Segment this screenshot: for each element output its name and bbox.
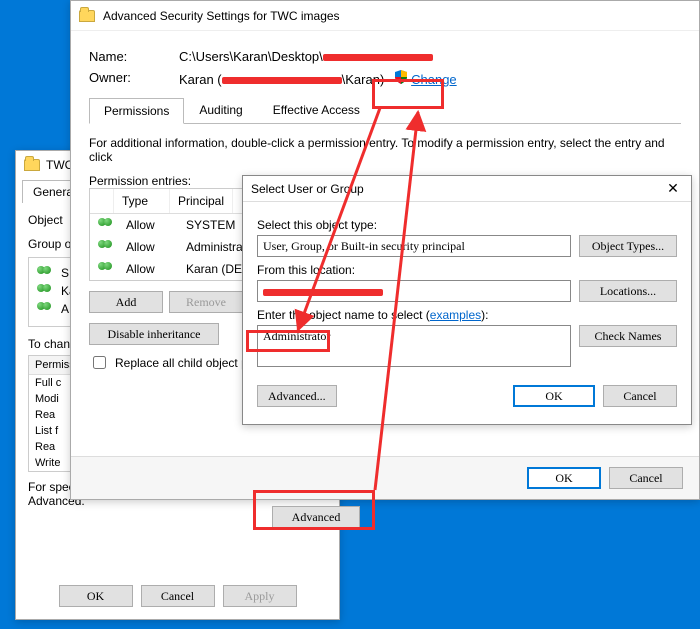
examples-link[interactable]: examples — [430, 308, 481, 322]
advanced-button[interactable]: Advanced — [272, 506, 360, 528]
adv-cancel-button[interactable]: Cancel — [609, 467, 683, 489]
add-button[interactable]: Add — [89, 291, 163, 313]
select-user-dialog: Select User or Group ✕ Select this objec… — [242, 175, 692, 425]
adv-title: Advanced Security Settings for TWC image… — [103, 9, 340, 23]
locations-button[interactable]: Locations... — [579, 280, 677, 302]
users-icon — [98, 218, 116, 232]
object-type-field — [257, 235, 571, 257]
object-type-label: Select this object type: — [257, 218, 677, 232]
apply-button: Apply — [223, 585, 297, 607]
object-name-input[interactable]: Administrator — [257, 325, 571, 367]
users-icon — [37, 284, 55, 298]
adv-ok-button[interactable]: OK — [527, 467, 601, 489]
name-label: Name: — [89, 49, 179, 64]
disable-inheritance-button[interactable]: Disable inheritance — [89, 323, 219, 345]
sel-title: Select User or Group — [251, 182, 364, 196]
object-types-button[interactable]: Object Types... — [579, 235, 677, 257]
sel-cancel-button[interactable]: Cancel — [603, 385, 677, 407]
location-label: From this location: — [257, 263, 677, 277]
check-names-button[interactable]: Check Names — [579, 325, 677, 347]
ok-button[interactable]: OK — [59, 585, 133, 607]
users-icon — [37, 302, 55, 316]
name-value: C:\Users\Karan\Desktop\ — [179, 49, 433, 64]
tab-auditing[interactable]: Auditing — [184, 97, 257, 123]
shield-icon — [395, 70, 407, 84]
sel-ok-button[interactable]: OK — [513, 385, 595, 407]
tab-effective-access[interactable]: Effective Access — [258, 97, 375, 123]
location-field — [257, 280, 571, 302]
folder-icon — [24, 159, 40, 171]
col-type: Type — [114, 189, 170, 213]
sel-titlebar[interactable]: Select User or Group ✕ — [243, 176, 691, 202]
cancel-button[interactable]: Cancel — [141, 585, 215, 607]
change-link[interactable]: Change — [411, 72, 457, 87]
object-name-label: Enter the object name to select (example… — [257, 308, 677, 322]
tab-permissions[interactable]: Permissions — [89, 98, 184, 124]
replace-checkbox[interactable] — [93, 356, 106, 369]
users-icon — [37, 266, 55, 280]
sel-advanced-button[interactable]: Advanced... — [257, 385, 337, 407]
users-icon — [98, 240, 116, 254]
users-icon — [98, 262, 116, 276]
remove-button: Remove — [169, 291, 243, 313]
close-icon[interactable]: ✕ — [663, 180, 683, 197]
owner-value: Karan (\Karan) Change — [179, 70, 457, 87]
folder-icon — [79, 10, 95, 22]
col-principal: Principal — [170, 189, 233, 213]
adv-titlebar[interactable]: Advanced Security Settings for TWC image… — [71, 1, 699, 31]
owner-label: Owner: — [89, 70, 179, 87]
adv-info: For additional information, double-click… — [89, 136, 681, 164]
